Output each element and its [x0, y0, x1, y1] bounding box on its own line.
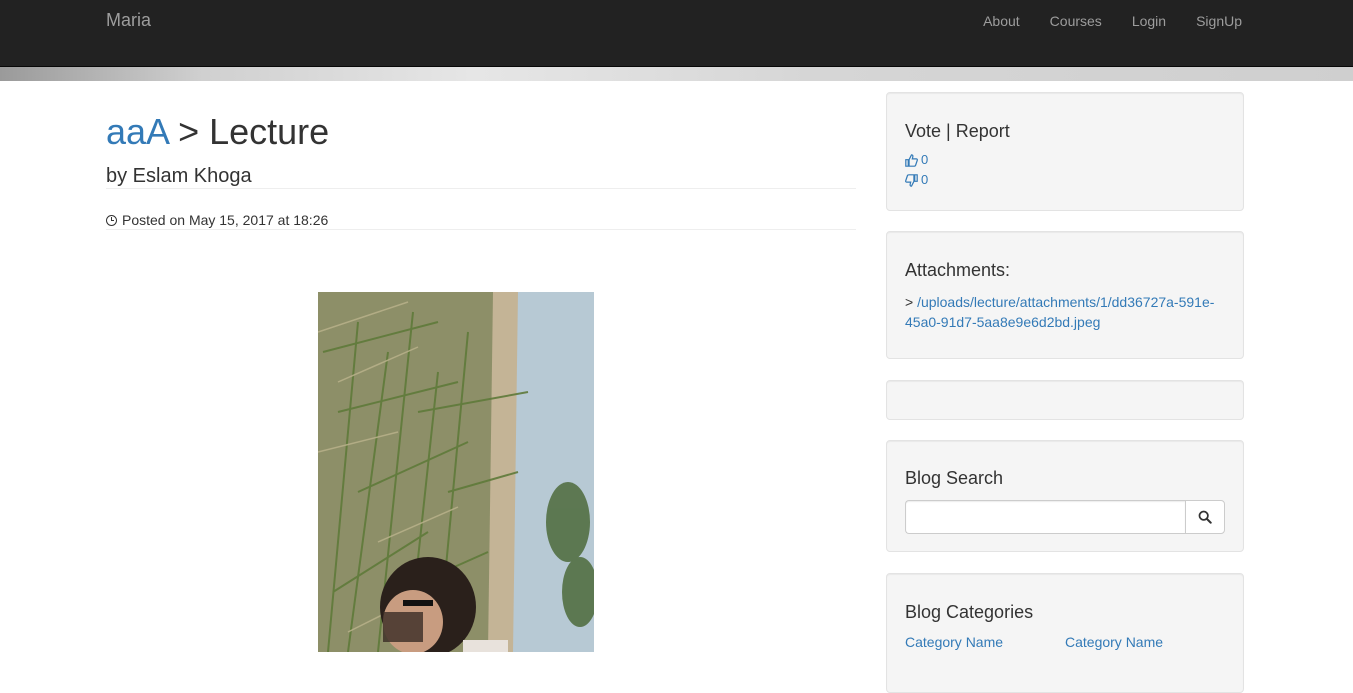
- attachment-item: > /uploads/lecture/attachments/1/dd36727…: [905, 292, 1225, 332]
- search-icon: [1198, 510, 1212, 524]
- empty-panel: [886, 380, 1244, 420]
- course-link[interactable]: aaA: [106, 111, 168, 152]
- categories-grid: Category Name Category Name: [905, 632, 1225, 652]
- search-button[interactable]: [1185, 500, 1225, 534]
- vote-heading: Vote | Report: [905, 121, 1010, 141]
- clock-icon: [106, 214, 117, 226]
- nav-link-about[interactable]: About: [983, 12, 1020, 30]
- nav-link-signup[interactable]: SignUp: [1196, 12, 1242, 30]
- search-heading: Blog Search: [905, 468, 1004, 488]
- divider: [106, 229, 856, 230]
- attachment-link[interactable]: /uploads/lecture/attachments/1/dd36727a-…: [905, 294, 1214, 330]
- thumbs-up-icon: [905, 153, 918, 167]
- page-title: aaA > Lecture: [106, 113, 856, 151]
- dislike-button[interactable]: 0: [905, 170, 1225, 190]
- posted-date: Posted on May 15, 2017 at 18:26: [106, 211, 856, 229]
- top-navbar: Maria About Courses Login SignUp: [0, 0, 1353, 67]
- title-suffix: > Lecture: [168, 111, 330, 152]
- categories-heading: Blog Categories: [905, 602, 1034, 622]
- nav-link-courses[interactable]: Courses: [1050, 12, 1102, 30]
- attachments-heading: Attachments:: [905, 260, 1011, 280]
- divider: [106, 188, 856, 189]
- blog-search-panel: Blog Search: [886, 440, 1244, 552]
- posted-text: Posted on May 15, 2017 at 18:26: [122, 212, 329, 228]
- header-stripe: [0, 67, 1353, 81]
- nav-link-login[interactable]: Login: [1132, 12, 1166, 30]
- vote-report-panel: Vote | Report 0 0: [886, 92, 1244, 211]
- dislike-count: 0: [921, 172, 929, 187]
- attachments-panel: Attachments: > /uploads/lecture/attachme…: [886, 231, 1244, 359]
- search-group: [905, 500, 1225, 534]
- nav-links: About Courses Login SignUp: [953, 12, 1242, 30]
- lecture-content: aaA > Lecture by Eslam Khoga Posted on M…: [106, 82, 856, 652]
- blog-categories-panel: Blog Categories Category Name Category N…: [886, 573, 1244, 693]
- like-count: 0: [921, 152, 929, 167]
- attachment-prefix: >: [905, 294, 914, 310]
- lecture-image: [318, 292, 594, 652]
- lecture-author: by Eslam Khoga: [106, 165, 252, 187]
- brand-link[interactable]: Maria: [106, 10, 151, 30]
- like-button[interactable]: 0: [905, 150, 1225, 170]
- photo-illustration: [318, 292, 594, 652]
- thumbs-down-icon: [905, 173, 918, 187]
- search-input[interactable]: [905, 500, 1185, 534]
